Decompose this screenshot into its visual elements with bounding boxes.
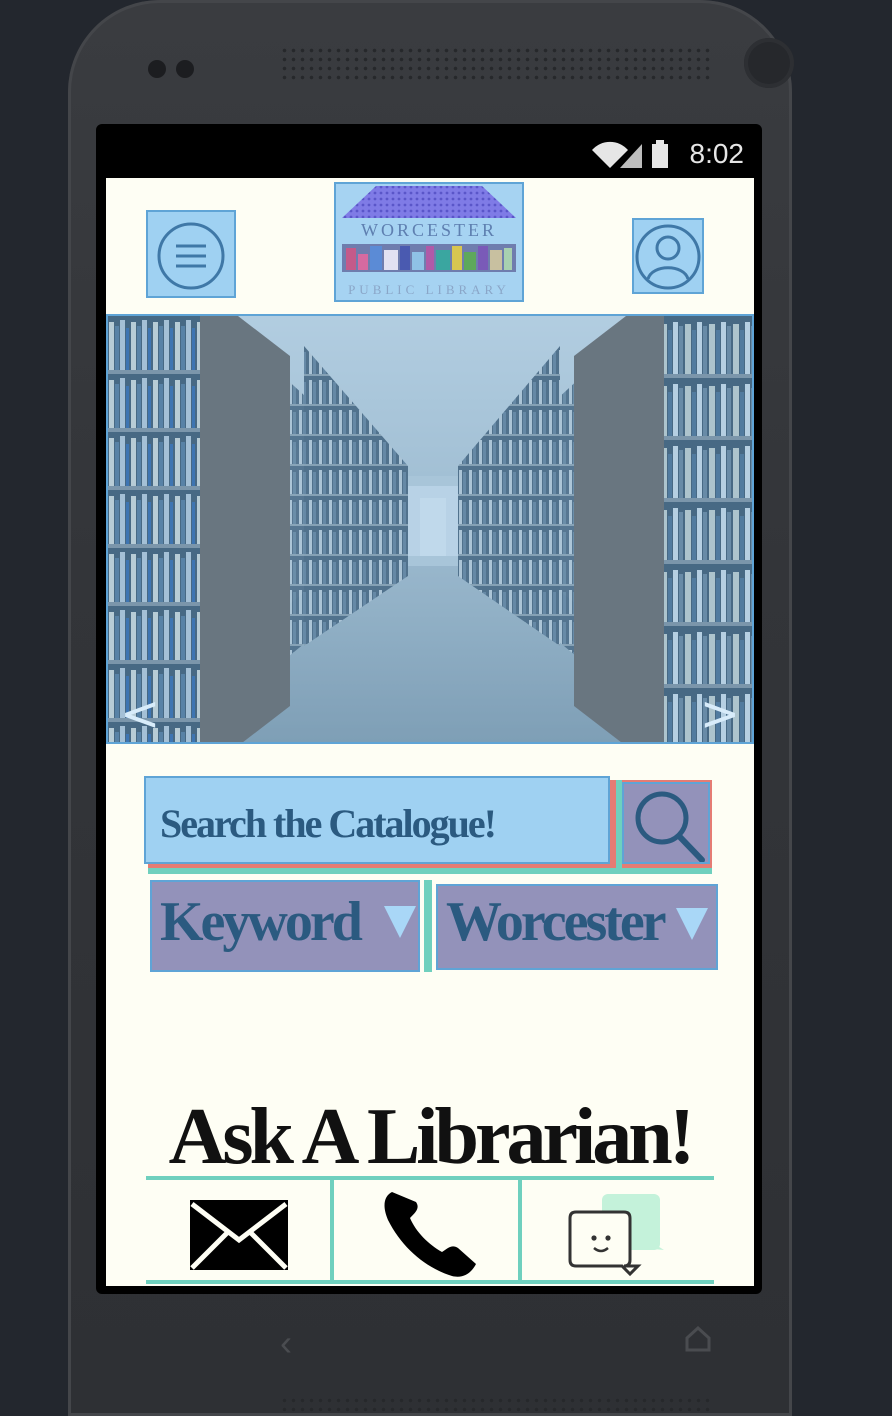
search-button[interactable]	[622, 782, 710, 864]
ask-librarian-heading: Ask A Librarian!	[168, 1093, 696, 1181]
divider	[146, 1280, 714, 1284]
battery-icon	[652, 144, 668, 168]
search-type-value: Keyword	[160, 891, 363, 953]
magnifier-icon	[635, 791, 705, 863]
chat-icon[interactable]	[568, 1190, 668, 1280]
app-screen: WORCESTER PUBLIC LIBRARY < > Search the …	[106, 178, 754, 1286]
sensor-dot	[176, 60, 194, 78]
logo-subtitle: PUBLIC LIBRARY	[348, 282, 510, 297]
earpiece-speaker	[280, 46, 712, 82]
carousel-next-button[interactable]: >	[700, 690, 740, 738]
divider	[518, 1180, 522, 1284]
divider	[330, 1180, 334, 1284]
menu-button[interactable]	[146, 210, 236, 298]
sensor-dot	[148, 60, 166, 78]
phone-icon[interactable]	[382, 1186, 478, 1278]
bottom-speaker	[280, 1396, 712, 1416]
logo-graphic: WORCESTER PUBLIC LIBRARY	[342, 186, 516, 297]
email-icon[interactable]	[188, 1198, 290, 1272]
logo-title: WORCESTER	[361, 220, 497, 240]
banner-carousel[interactable]: < >	[106, 314, 754, 744]
library-aisle-image	[108, 316, 752, 742]
branch-value: Worcester	[446, 891, 667, 953]
branch-dropdown[interactable]: Worcester	[436, 884, 718, 970]
front-camera	[744, 38, 794, 88]
carousel-prev-button[interactable]: <	[120, 690, 160, 738]
separator	[424, 880, 432, 972]
hamburger-menu-icon	[157, 222, 225, 290]
status-bar: 8:02	[96, 124, 762, 178]
search-type-dropdown[interactable]: Keyword	[150, 880, 420, 972]
dropdown-arrow-icon	[384, 906, 416, 938]
status-icons	[592, 140, 668, 168]
user-profile-icon	[635, 224, 701, 290]
status-time: 8:02	[689, 138, 745, 169]
library-logo[interactable]: WORCESTER PUBLIC LIBRARY	[334, 182, 524, 302]
wifi-icon	[592, 141, 628, 168]
search-placeholder: Search the Catalogue!	[160, 801, 497, 846]
dropdown-arrow-icon	[676, 908, 708, 940]
divider	[146, 1176, 714, 1180]
back-nav-icon[interactable]: ‹	[280, 1322, 292, 1364]
search-input[interactable]: Search the Catalogue!	[144, 776, 610, 864]
separator	[148, 868, 712, 874]
profile-button[interactable]	[632, 218, 704, 294]
home-nav-icon[interactable]	[684, 1324, 712, 1352]
